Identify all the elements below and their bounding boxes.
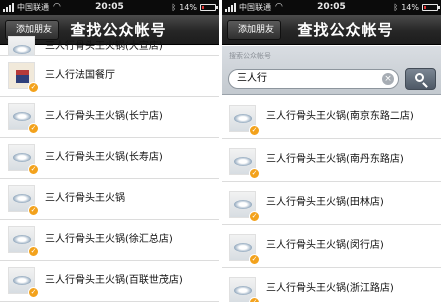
list-item[interactable]: ✓ 三人行骨头王火锅(南京东路二店) [222,96,441,139]
list-item[interactable]: ✓ 三人行骨头王火锅(长宁店) [0,97,219,138]
battery-percent: 14% [401,3,419,12]
restaurant-avatar-icon: ✓ [229,105,260,136]
account-name: 三人行骨头王火锅(浙江路店) [266,283,394,294]
list-item[interactable]: ✓ 三人行骨头王火锅 [0,179,219,220]
account-name: 三人行法国餐厅 [45,70,115,81]
account-name: 三人行骨头王火锅 [45,193,125,204]
account-name: 三人行骨头王火锅(长宁店) [45,111,163,122]
list-item[interactable]: ✓ 三人行骨头王火锅(浙江路店) [222,268,441,302]
verified-badge-icon: ✓ [249,211,260,222]
bluetooth-icon: ᛒ [171,3,177,12]
verified-badge-icon: ✓ [249,168,260,179]
verified-badge-icon: ✓ [28,246,39,257]
search-hint: 搜索公众帐号 [229,52,271,60]
search-button[interactable] [405,68,436,90]
list-item[interactable]: ✓ 三人行法国餐厅 [0,56,219,97]
verified-badge-icon: ✓ [249,254,260,265]
battery-icon [200,4,218,11]
search-bar: 搜索公众帐号 × [222,46,441,95]
result-list: ✓ 三人行骨头王火锅(南京东路二店) ✓ 三人行骨头王火锅(南丹东路店) ✓ 三人行骨头王… [222,96,441,302]
verified-badge-icon: ✓ [28,287,39,298]
restaurant-avatar-icon: ✓ [8,267,39,298]
search-icon [415,73,424,82]
list-item[interactable]: ✓ 三人行骨头王火锅(田林店) [222,182,441,225]
verified-badge-icon: ✓ [28,82,39,93]
restaurant-avatar-icon: ✓ [8,185,39,216]
account-name: 三人行骨头王火锅(闵行店) [266,240,384,251]
right-screen: 中国联通 ◠ 20:05 ᛒ 14% 添加朋友 查找公众帐号 搜索公众帐号 × … [222,0,441,302]
verified-badge-icon: ✓ [28,164,39,175]
account-name: 三人行骨头王火锅(徐汇总店) [45,234,173,245]
list-item[interactable]: ✓ 三人行骨头王火锅(百联世茂店) [0,261,219,302]
restaurant-avatar-icon: ✓ [229,234,260,265]
account-name: 三人行骨头王火锅(大宣店) [45,41,163,52]
account-list: ✓三人行骨头王火锅(大宣店)✓三人行法国餐厅✓三人行骨头王火锅(长宁店)✓三人行… [0,36,219,302]
battery-percent: 14% [179,3,197,12]
restaurant-avatar-icon: ✓ [8,103,39,134]
list-item[interactable]: ✓ 三人行骨头王火锅(徐汇总店) [0,220,219,261]
status-bar: 中国联通 ◠ 20:05 ᛒ 14% [222,0,441,15]
left-screen: 中国联通 ◠ 20:05 ᛒ 14% 添加朋友 查找公众帐号 ✓三人行骨头王火锅… [0,0,219,302]
restaurant-avatar-icon: ✓ [229,277,260,302]
nav-bar: 添加朋友 查找公众帐号 [222,15,441,45]
list-item[interactable]: ✓ 三人行骨头王火锅(长寿店) [0,138,219,179]
search-input[interactable] [237,70,377,88]
verified-badge-icon: ✓ [28,205,39,216]
restaurant-avatar-icon: ✓ [229,148,260,179]
account-name: 三人行骨头王火锅(百联世茂店) [45,275,183,286]
restaurant-logo-icon: ✓ [8,62,39,93]
verified-badge-icon: ✓ [249,125,260,136]
verified-badge-icon: ✓ [28,123,39,134]
battery-icon [422,4,440,11]
restaurant-avatar-icon: ✓ [8,226,39,257]
list-item[interactable]: ✓ 三人行骨头王火锅(闵行店) [222,225,441,268]
restaurant-avatar-icon: ✓ [229,191,260,222]
bluetooth-icon: ᛒ [393,3,399,12]
account-name: 三人行骨头王火锅(长寿店) [45,152,163,163]
page-title: 查找公众帐号 [297,21,394,39]
restaurant-avatar-icon: ✓ [8,144,39,175]
search-field[interactable]: × [228,69,399,89]
verified-badge-icon: ✓ [249,297,260,302]
list-item[interactable]: ✓ 三人行骨头王火锅(南丹东路店) [222,139,441,182]
account-name: 三人行骨头王火锅(田林店) [266,197,384,208]
account-name: 三人行骨头王火锅(南京东路二店) [266,111,414,122]
account-name: 三人行骨头王火锅(南丹东路店) [266,154,404,165]
status-bar: 中国联通 ◠ 20:05 ᛒ 14% [0,0,219,15]
list-item[interactable]: ✓三人行骨头王火锅(大宣店) [0,36,219,67]
clear-icon[interactable]: × [382,73,394,85]
